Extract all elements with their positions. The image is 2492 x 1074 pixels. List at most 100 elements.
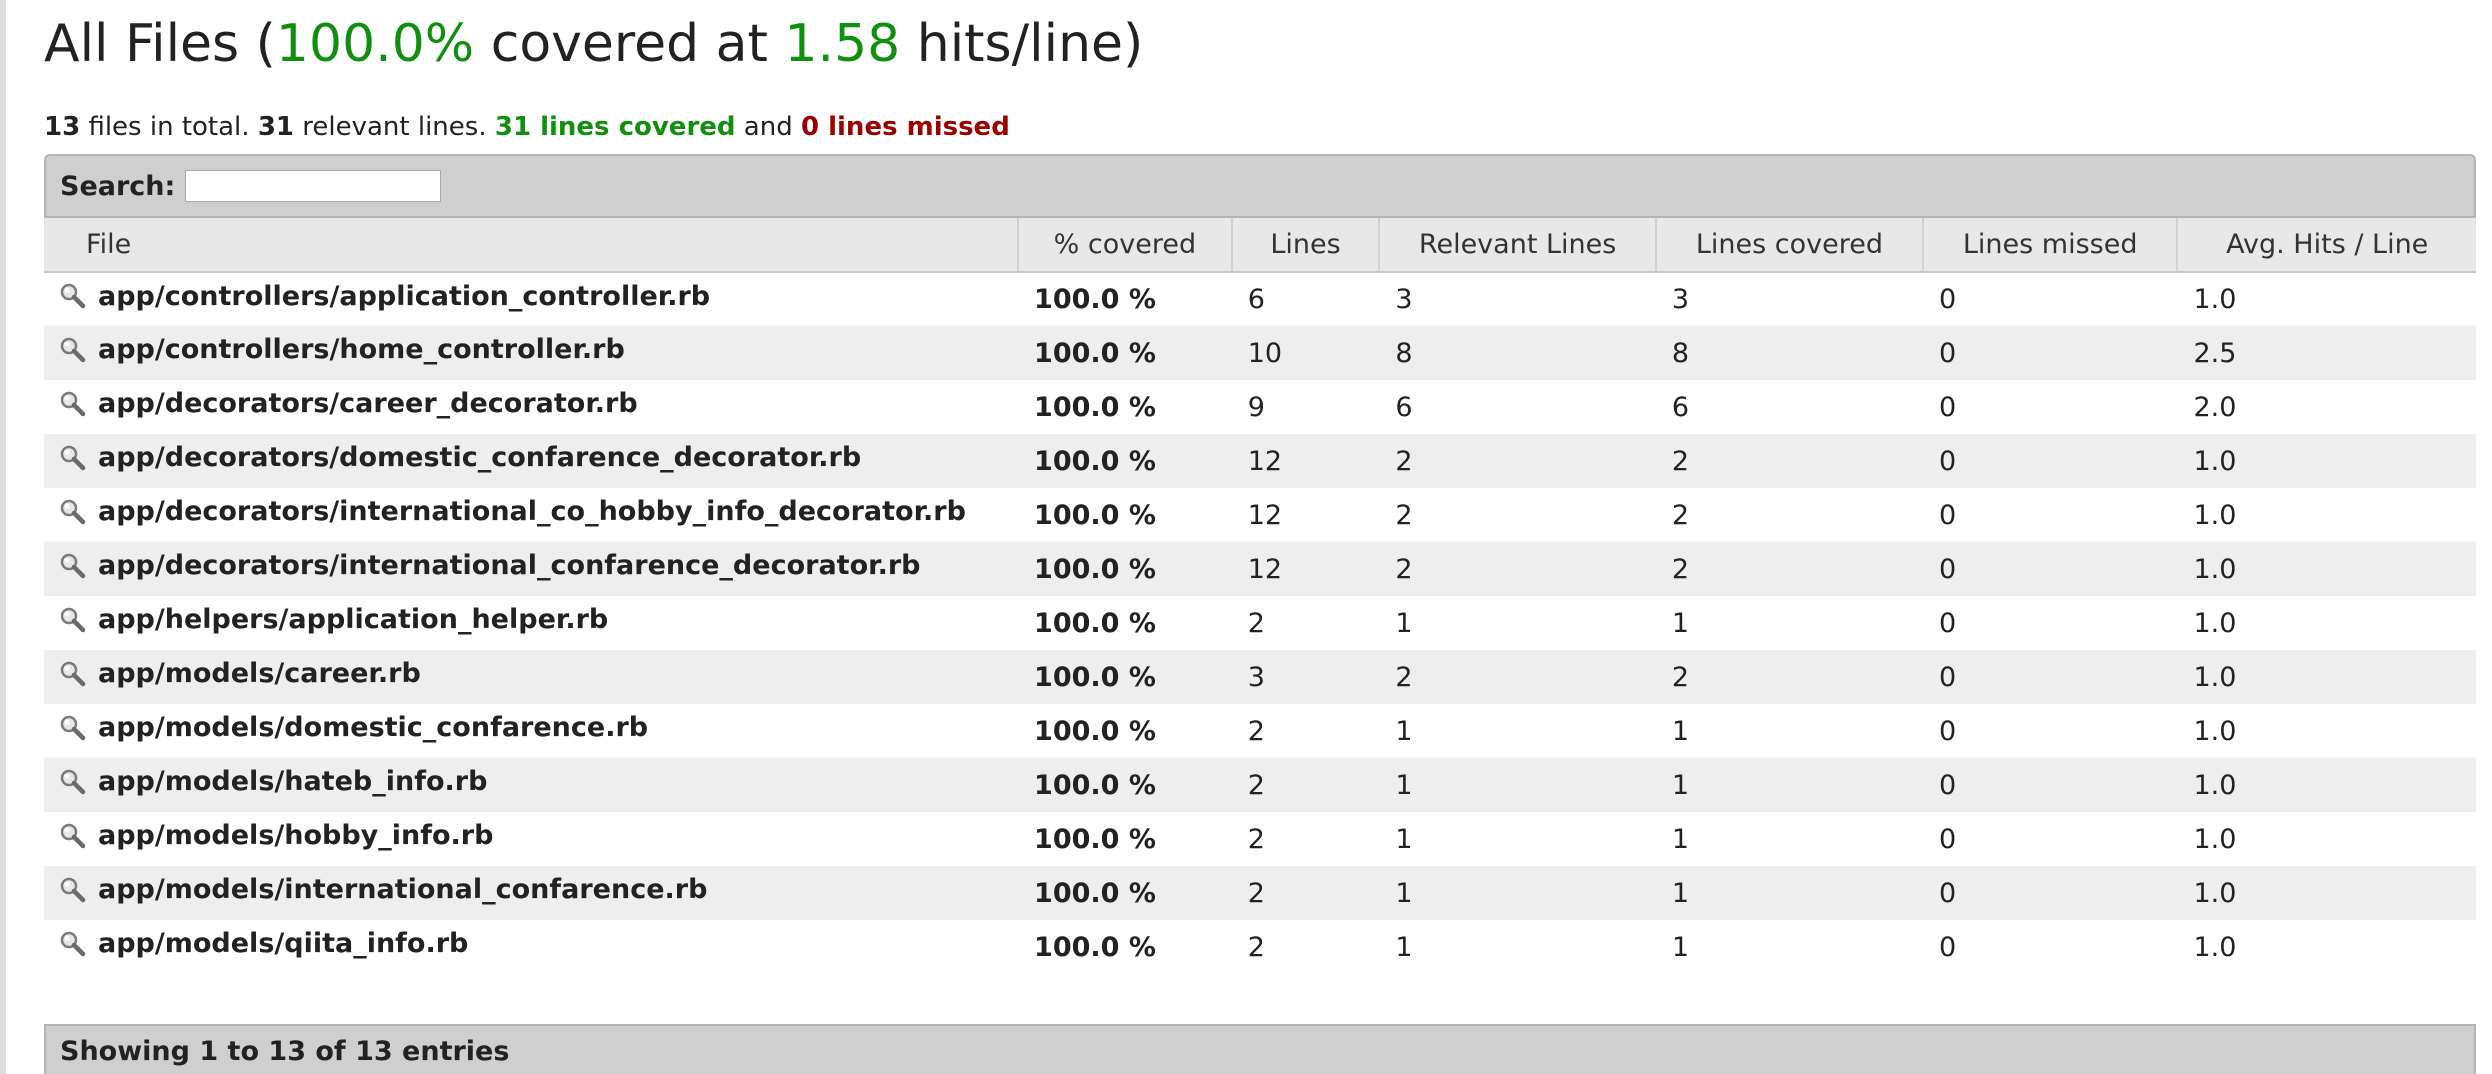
file-link[interactable]: app/controllers/application_controller.r… [44,281,710,312]
lines-missed-cell: 0 [1922,542,2178,596]
lines-covered-cell: 1 [1671,823,1690,855]
coverage-percent: 100.0% [275,14,475,74]
percent-covered-cell: 100.0 % [1034,499,1156,531]
lines-cell: 6 [1247,284,1265,315]
column-header-percent-covered[interactable]: % covered [1018,218,1233,273]
lines-missed-cell: 0 [1938,499,1957,531]
search-label: Search: [60,170,176,202]
file-link[interactable]: app/models/qiita_info.rb [44,928,468,959]
avg-hits-cell: 2.5 [2177,326,2476,380]
relevant-lines-cell: 2 [1395,499,1413,531]
table-row: app/controllers/application_controller.r… [44,272,2476,326]
magnifier-icon [58,875,88,905]
relevant-lines-cell: 1 [1379,866,1656,920]
lines-cell: 2 [1247,931,1265,963]
file-link[interactable]: app/decorators/international_co_hobby_in… [44,496,966,527]
file-name: app/models/career.rb [98,658,421,690]
file-cell: app/models/international_confarence.rb [44,866,1019,920]
file-link[interactable]: app/models/career.rb [44,658,421,689]
column-header-file[interactable]: File [44,218,1020,273]
relevant-count: 31 [257,112,294,142]
relevant-lines-cell: 1 [1395,823,1413,855]
title-suffix: hits/line) [900,14,1144,74]
column-header-lines[interactable]: Lines [1231,218,1381,273]
file-link[interactable]: app/controllers/home_controller.rb [44,334,625,365]
column-header-relevant-lines[interactable]: Relevant Lines [1379,218,1657,273]
lines-cell: 2 [1247,823,1265,855]
avg-hits-cell: 1.0 [2177,434,2476,488]
file-link[interactable]: app/models/hateb_info.rb [44,766,487,797]
lines-cell: 2 [1231,758,1380,812]
lines-missed-cell: 0 [1922,434,2178,488]
lines-cell: 9 [1247,391,1265,423]
lines-missed-cell: 0 [1938,391,1957,423]
relevant-text: relevant lines. [294,112,495,142]
magnifier-icon [58,281,88,311]
table-row: app/decorators/international_confarence_… [44,542,2476,596]
file-link[interactable]: app/decorators/international_confarence_… [44,550,921,581]
lines-missed-cell: 0 [1922,650,2178,704]
relevant-lines-cell: 3 [1395,284,1413,315]
file-link[interactable]: app/decorators/career_decorator.rb [44,388,638,419]
main-content: All Files (100.0% covered at 1.58 hits/l… [44,0,2476,1074]
lines-covered-cell: 1 [1655,758,1923,812]
file-link[interactable]: app/models/international_confarence.rb [44,874,707,905]
lines-covered-summary: 31 lines covered [494,112,736,142]
search-input[interactable] [185,170,442,202]
file-cell: app/models/career.rb [44,650,1019,704]
lines-covered-cell: 2 [1655,542,1923,596]
file-cell: app/helpers/application_helper.rb [44,596,1018,650]
percent-covered-cell: 100.0 % [1018,758,1232,812]
table-header-row: File % covered Lines Relevant Lines Line… [44,218,2476,273]
file-cell: app/controllers/application_controller.r… [44,272,1018,326]
avg-hits-cell: 1.0 [2193,931,2237,963]
relevant-lines-cell: 2 [1379,542,1656,596]
file-cell: app/models/domestic_confarence.rb [44,704,1018,758]
column-header-lines-missed[interactable]: Lines missed [1922,218,2179,273]
file-name: app/controllers/home_controller.rb [98,334,625,366]
column-header-lines-covered[interactable]: Lines covered [1655,218,1924,273]
file-link[interactable]: app/models/domestic_confarence.rb [44,712,648,743]
relevant-lines-cell: 2 [1379,434,1656,488]
search-bar: Search: [44,154,2476,218]
percent-covered-cell: 100.0 % [1018,326,1232,380]
lines-cell: 2 [1231,866,1380,920]
relevant-lines-cell: 2 [1379,650,1656,704]
lines-covered-cell: 8 [1655,326,1923,380]
magnifier-icon [58,389,88,419]
magnifier-icon [58,497,88,527]
file-cell: app/controllers/home_controller.rb [44,326,1019,380]
table-body: app/controllers/application_controller.r… [44,272,2476,974]
relevant-lines-cell: 8 [1379,326,1656,380]
file-cell: app/models/qiita_info.rb [44,920,1018,974]
lines-covered-cell: 2 [1655,434,1923,488]
file-link[interactable]: app/decorators/domestic_confarence_decor… [44,442,861,473]
avg-hits-cell: 1.0 [2177,758,2476,812]
lines-covered-cell: 6 [1671,391,1690,423]
lines-cell: 3 [1231,650,1380,704]
percent-covered-cell: 100.0 % [1018,434,1232,488]
file-name: app/decorators/international_confarence_… [98,550,921,582]
lines-cell: 2 [1247,715,1265,747]
file-name: app/decorators/domestic_confarence_decor… [98,442,862,474]
avg-hits-cell: 1.0 [2193,715,2237,747]
lines-covered-cell: 1 [1671,607,1690,639]
file-name: app/models/qiita_info.rb [98,928,469,960]
file-link[interactable]: app/models/hobby_info.rb [44,820,493,851]
relevant-lines-cell: 1 [1379,758,1656,812]
table-info-footer: Showing 1 to 13 of 13 entries [44,1024,2476,1074]
file-cell: app/decorators/international_confarence_… [44,542,1019,596]
lines-cell: 10 [1231,326,1380,380]
column-header-avg-hits[interactable]: Avg. Hits / Line [2177,218,2476,273]
avg-hits-cell: 1.0 [2177,866,2476,920]
table-row: app/decorators/international_co_hobby_in… [44,488,2476,542]
file-link[interactable]: app/helpers/application_helper.rb [44,604,608,635]
file-name: app/models/international_confarence.rb [98,874,708,906]
magnifier-icon [58,335,88,365]
coverage-page: All Files (100.0% covered at 1.58 hits/l… [0,0,2492,1074]
magnifier-icon [58,659,88,689]
lines-missed-cell: 0 [1938,931,1957,963]
file-cell: app/decorators/domestic_confarence_decor… [44,434,1019,488]
percent-covered-cell: 100.0 % [1018,542,1232,596]
lines-cell: 2 [1247,607,1265,639]
